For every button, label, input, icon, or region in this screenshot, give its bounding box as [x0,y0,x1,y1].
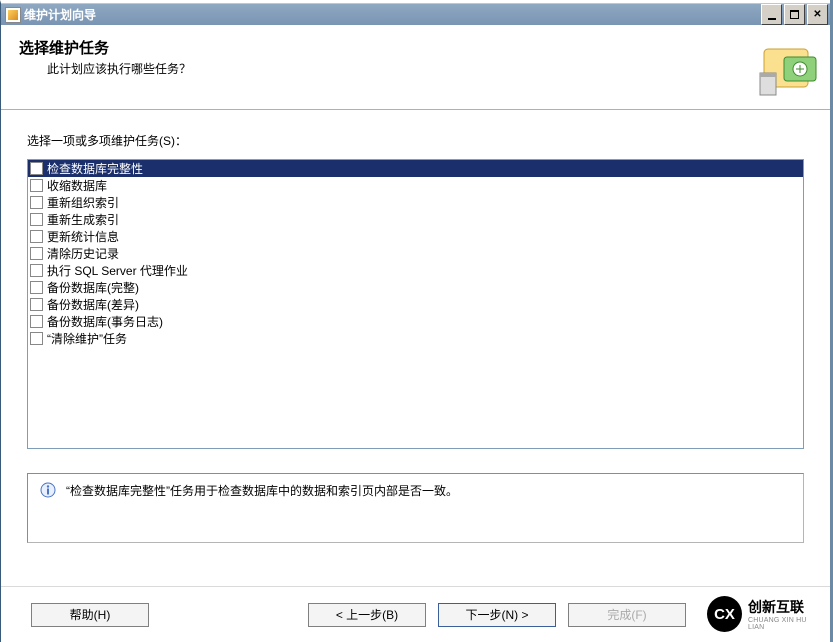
info-icon [40,482,56,498]
task-listbox[interactable]: 检查数据库完整性收缩数据库重新组织索引重新生成索引更新统计信息清除历史记录执行 … [27,159,804,449]
help-button[interactable]: 帮助(H) [31,603,149,627]
task-checkbox[interactable] [30,213,43,226]
back-button[interactable]: < 上一步(B) [308,603,426,627]
task-label: 备份数据库(事务日志) [47,313,163,330]
list-item[interactable]: 备份数据库(差异) [28,296,803,313]
app-icon [5,7,21,23]
task-label: 收缩数据库 [47,177,107,194]
task-checkbox[interactable] [30,196,43,209]
watermark: CX 创新互联 CHUANG XIN HU LIAN [703,592,827,636]
task-checkbox[interactable] [30,298,43,311]
task-label: 重新生成索引 [47,211,119,228]
server-icon [758,43,818,99]
watermark-text: 创新互联 [748,597,823,617]
wizard-body: 选择一项或多项维护任务(S)： 检查数据库完整性收缩数据库重新组织索引重新生成索… [1,110,830,570]
next-button[interactable]: 下一步(N) > [438,603,556,627]
task-checkbox[interactable] [30,264,43,277]
page-title: 选择维护任务 [19,37,812,58]
minimize-button[interactable] [761,4,782,25]
task-label: 备份数据库(完整) [47,279,139,296]
task-checkbox[interactable] [30,247,43,260]
list-item[interactable]: 清除历史记录 [28,245,803,262]
task-checkbox[interactable] [30,332,43,345]
task-checkbox[interactable] [30,230,43,243]
watermark-logo: CX [707,596,742,632]
list-item[interactable]: 备份数据库(事务日志) [28,313,803,330]
window-title: 维护计划向导 [24,6,759,23]
list-item[interactable]: “清除维护”任务 [28,330,803,347]
task-checkbox[interactable] [30,162,43,175]
wizard-header: 选择维护任务 此计划应该执行哪些任务？ [1,25,830,110]
list-item[interactable]: 重新组织索引 [28,194,803,211]
task-label: 重新组织索引 [47,194,119,211]
list-item[interactable]: 备份数据库(完整) [28,279,803,296]
wizard-window: 维护计划向导 ✕ 选择维护任务 此计划应该执行哪些任务？ 选择一项或多项维护任务… [0,0,830,642]
task-label: 更新统计信息 [47,228,119,245]
list-item[interactable]: 更新统计信息 [28,228,803,245]
task-checkbox[interactable] [30,179,43,192]
list-item[interactable]: 检查数据库完整性 [28,160,803,177]
finish-button[interactable]: 完成(F) [568,603,686,627]
close-button[interactable]: ✕ [807,4,828,25]
watermark-sub: CHUANG XIN HU LIAN [748,617,823,631]
task-label: 清除历史记录 [47,245,119,262]
titlebar[interactable]: 维护计划向导 ✕ [1,3,830,25]
description-box: “检查数据库完整性”任务用于检查数据库中的数据和索引页内部是否一致。 [27,473,804,543]
list-item[interactable]: 重新生成索引 [28,211,803,228]
maximize-button[interactable] [784,4,805,25]
task-label: 执行 SQL Server 代理作业 [47,262,188,279]
task-checkbox[interactable] [30,315,43,328]
description-text: “检查数据库完整性”任务用于检查数据库中的数据和索引页内部是否一致。 [66,482,458,499]
list-item[interactable]: 执行 SQL Server 代理作业 [28,262,803,279]
task-label: 检查数据库完整性 [47,160,143,177]
task-label: 备份数据库(差异) [47,296,139,313]
list-item[interactable]: 收缩数据库 [28,177,803,194]
task-checkbox[interactable] [30,281,43,294]
instruction-label: 选择一项或多项维护任务(S)： [27,132,804,149]
page-subtitle: 此计划应该执行哪些任务？ [47,60,812,77]
task-label: “清除维护”任务 [47,330,127,347]
